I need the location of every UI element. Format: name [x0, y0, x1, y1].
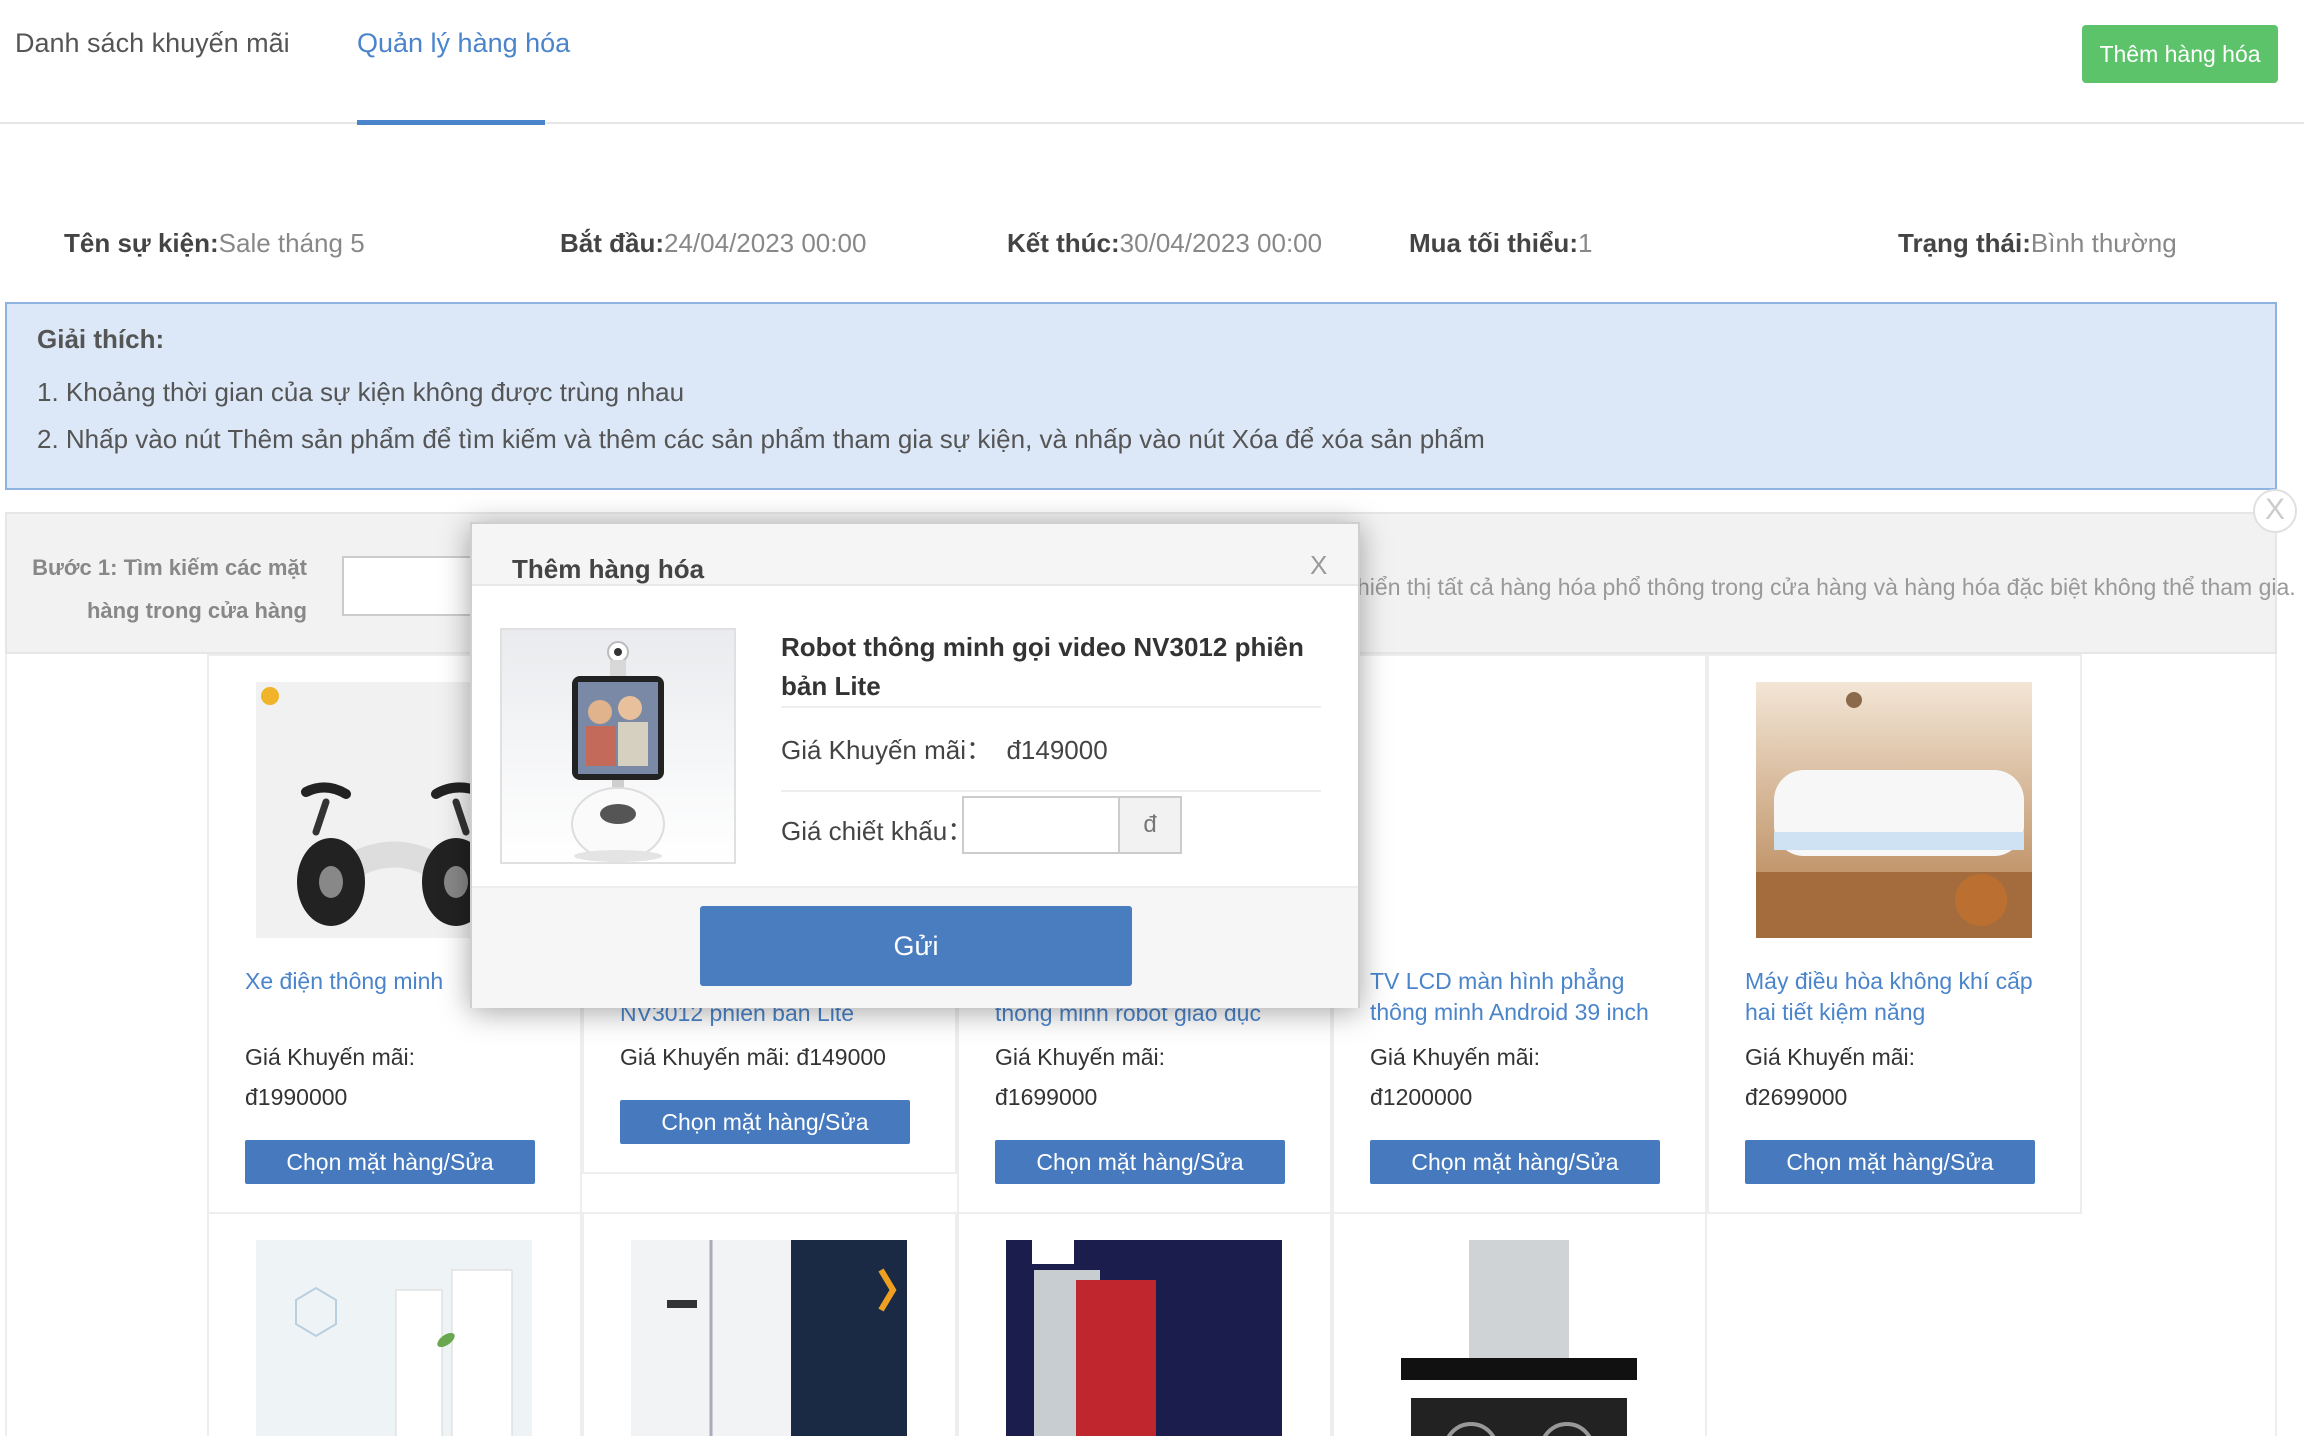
product-card: [1332, 1212, 1707, 1436]
range-hood-icon: [1381, 1240, 1657, 1436]
event-end: Kết thúc:30/04/2023 00:00: [1007, 228, 1323, 258]
product-name[interactable]: Máy điều hòa không khí cấp hai tiết kiệm…: [1745, 966, 2055, 1028]
product-name[interactable]: TV LCD màn hình phẳng thông minh Android…: [1370, 966, 1680, 1028]
active-tab-indicator: [357, 120, 545, 125]
product-price-label: Giá Khuyến mãi:: [1745, 1044, 1916, 1070]
product-price-label: Giá Khuyến mãi:: [1370, 1044, 1541, 1070]
discount-price-input[interactable]: [962, 796, 1120, 854]
explanation-line-1: 1. Khoảng thời gian của sự kiện không đư…: [37, 377, 685, 407]
search-hint: hiển thị tất cả hàng hóa phổ thông trong…: [1357, 574, 2296, 600]
add-goods-button[interactable]: Thêm hàng hóa: [2082, 25, 2278, 83]
explanation-title: Giải thích:: [37, 324, 165, 354]
product-price: đ1699000: [995, 1084, 1098, 1110]
floor-air-conditioner-icon: [256, 1240, 532, 1436]
event-start: Bắt đầu:24/04/2023 00:00: [560, 228, 867, 258]
tab-promotion-list[interactable]: Danh sách khuyến mãi: [15, 28, 290, 59]
explanation-box: Giải thích: 1. Khoảng thời gian của sự k…: [5, 302, 2277, 490]
close-icon[interactable]: X: [1310, 550, 1327, 581]
product-card: [207, 1212, 582, 1436]
product-card: TV LCD màn hình phẳng thông minh Android…: [1332, 654, 1707, 1214]
discount-price-label: Giá chiết khấu：: [781, 816, 974, 846]
modal-product-name: Robot thông minh gọi video NV3012 phiên …: [781, 632, 1304, 701]
event-min-purchase: Mua tối thiểu:1: [1409, 228, 1593, 258]
product-price: đ1200000: [1370, 1084, 1473, 1110]
tv-icon: [1381, 682, 1657, 938]
product-price-label: Giá Khuyến mãi:: [245, 1044, 416, 1070]
divider: [781, 706, 1321, 708]
panel-close-button[interactable]: X: [2253, 489, 2297, 533]
air-conditioner-icon: [1756, 682, 2032, 938]
product-card: [582, 1212, 957, 1436]
currency-addon: đ: [1120, 796, 1182, 854]
modal-title: Thêm hàng hóa: [512, 554, 705, 584]
modal-header: Thêm hàng hóa X: [472, 524, 1358, 586]
robot-icon: [500, 628, 736, 864]
event-name: Tên sự kiện:Sale tháng 5: [64, 228, 365, 258]
refrigerator-icon: [631, 1240, 907, 1436]
top-tab-bar: Danh sách khuyến mãi Quản lý hàng hóa Th…: [0, 0, 2304, 125]
product-price: đ1990000: [245, 1084, 348, 1110]
explanation-line-2: 2. Nhấp vào nút Thêm sản phẩm để tìm kiế…: [37, 424, 1485, 454]
divider: [781, 790, 1321, 792]
product-card: [957, 1212, 1332, 1436]
choose-edit-button[interactable]: Chọn mặt hàng/Sửa: [1370, 1140, 1660, 1184]
tab-goods-management[interactable]: Quản lý hàng hóa: [357, 28, 570, 59]
product-price-label: Giá Khuyến mãi:: [995, 1044, 1166, 1070]
submit-button[interactable]: Gửi: [700, 906, 1132, 986]
product-card: Máy điều hòa không khí cấp hai tiết kiệm…: [1707, 654, 2082, 1214]
product-price-inline: Giá Khuyến mãi: đ149000: [620, 1044, 886, 1070]
add-goods-modal: Thêm hàng hóa X Robot thông minh gọi vid…: [470, 522, 1360, 1008]
choose-edit-button[interactable]: Chọn mặt hàng/Sửa: [620, 1100, 910, 1144]
product-price: đ2699000: [1745, 1084, 1848, 1110]
choose-edit-button[interactable]: Chọn mặt hàng/Sửa: [245, 1140, 535, 1184]
modal-promo-price: Giá Khuyến mãi： đ149000: [781, 735, 1108, 765]
choose-edit-button[interactable]: Chọn mặt hàng/Sửa: [995, 1140, 1285, 1184]
event-status: Trạng thái:Bình thường: [1898, 228, 2177, 258]
red-refrigerator-icon: [1006, 1240, 1282, 1436]
step-1-label: Bước 1: Tìm kiếm các mặt hàng trong cửa …: [32, 555, 307, 623]
choose-edit-button[interactable]: Chọn mặt hàng/Sửa: [1745, 1140, 2035, 1184]
